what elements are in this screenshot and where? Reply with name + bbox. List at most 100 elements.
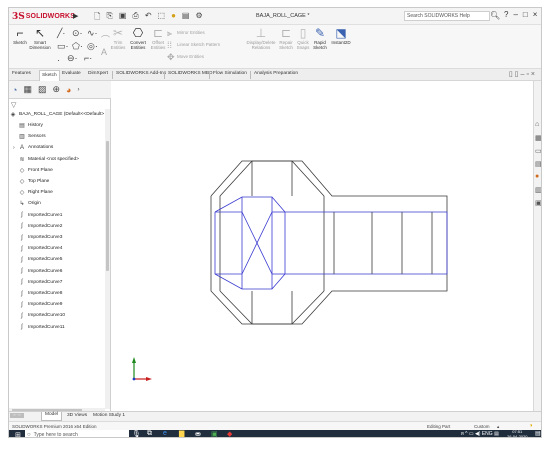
undo-icon[interactable]: ↶ [145, 11, 152, 25]
rebuild-icon[interactable]: ● [171, 11, 176, 25]
configuration-manager-tab-icon[interactable]: ▨ [38, 84, 47, 95]
file-explorer-taskbar-icon[interactable]: ▇ [179, 430, 184, 437]
help-icon[interactable]: ? [504, 10, 508, 19]
file-properties-icon[interactable]: ▤ [182, 11, 190, 25]
tab-analysis-preparation[interactable]: Analysis Preparation [254, 71, 298, 76]
tab-model[interactable]: Model [41, 412, 63, 421]
windows-start-icon[interactable]: ⊞ [15, 431, 21, 437]
linear-pattern-icon[interactable]: ⁞⁞ [167, 40, 172, 50]
custom-properties-icon[interactable]: ▥ [535, 186, 541, 194]
tree-root-part[interactable]: ◈ BAJA_ROLL_CAGE (Default<<Default> [9, 109, 105, 120]
circle-icon[interactable]: ⊙· [72, 28, 83, 39]
solidworks-resources-icon[interactable]: ⌂ [535, 121, 539, 128]
tab-solidworks-add-ins[interactable]: SOLIDWORKS Add-Ins [116, 71, 166, 76]
tab-solidworks-mbd[interactable]: SOLIDWORKS MBD [168, 71, 213, 76]
tree-item[interactable]: ∫ ImportedCurve10 [13, 310, 65, 321]
help-search-input[interactable]: Search SOLIDWORKS Help [404, 11, 490, 21]
solidworks-logo[interactable]: 3S SOLIDWORKS [12, 11, 75, 22]
ellipse-icon[interactable]: ◎· [87, 41, 98, 52]
system-tray[interactable]: ᴙ ^ ▭ ◀) ENG ▤ [461, 431, 499, 437]
units-selector[interactable]: Custom [474, 424, 490, 429]
tree-item[interactable]: ∫ ImportedCurve5 [13, 254, 62, 265]
property-manager-tab-icon[interactable]: ▦ [23, 84, 32, 95]
sketch-button[interactable]: ⌐ Sketch [12, 27, 28, 46]
feature-tree-scroll-thumb[interactable] [106, 141, 109, 271]
store-icon[interactable]: ⛂ [195, 430, 201, 437]
mirror-entities-icon[interactable]: ⫸ [167, 28, 172, 39]
tree-item[interactable]: ≋ Material <not specified> [13, 154, 78, 165]
tree-item[interactable]: ▤ History [13, 120, 43, 131]
tab-3d-views[interactable]: 3D Views [67, 413, 87, 418]
tab-dimxpert[interactable]: DimXpert [88, 71, 108, 76]
tree-item[interactable]: ∫ ImportedCurve9 [13, 299, 62, 310]
tree-item[interactable]: ∫ ImportedCurve11 [13, 322, 65, 333]
linear-sketch-pattern-label[interactable]: Linear Sketch Pattern [177, 42, 220, 47]
mirror-entities-label[interactable]: Mirror Entities [177, 30, 205, 35]
tree-item[interactable]: ◇ Front Plane [13, 165, 53, 176]
view-palette-icon[interactable]: ▤ [535, 160, 541, 168]
forum-icon[interactable]: ▣ [535, 199, 541, 207]
tab-sketch[interactable]: Sketch [39, 70, 60, 81]
restore-icon[interactable]: □ [523, 10, 528, 19]
tree-item[interactable]: ∫ ImportedCurve3 [13, 232, 62, 243]
edge-browser-icon[interactable]: e [163, 430, 167, 437]
tree-item[interactable]: ∫ ImportedCurve2 [13, 221, 62, 232]
feature-manager-tab-icon[interactable]: ◔ [12, 85, 17, 95]
file-explorer-icon[interactable]: ▭ [535, 147, 541, 155]
expand-tabs-icon[interactable]: › [77, 87, 79, 93]
display-delete-relations-button[interactable]: ⊥ Display/Delete Relations [247, 27, 276, 51]
minimize-icon[interactable]: – [513, 10, 517, 19]
tree-item[interactable]: ▥ Sensors [13, 131, 45, 142]
line-icon[interactable]: ╱· [57, 28, 65, 39]
tree-item[interactable]: ◇ Top Plane [13, 176, 50, 187]
taskbar-clock[interactable]: 07:51 26-04-2020 [507, 429, 527, 437]
tab-evaluate[interactable]: Evaluate [62, 71, 81, 76]
new-icon[interactable]: 🗋 [94, 11, 100, 25]
point-icon[interactable]: · [57, 55, 60, 65]
slot-icon[interactable]: ⊖· [67, 53, 78, 64]
tab-motion-study-1[interactable]: Motion Study 1 [93, 413, 125, 418]
quick-snaps-button[interactable]: ▯ Quick Snaps [296, 27, 310, 51]
search-icon[interactable]: 🔍︎ [490, 11, 500, 20]
appearances-icon[interactable]: ● [535, 173, 539, 180]
rectangle-icon[interactable]: ▭· [57, 41, 69, 52]
tree-item[interactable]: ∫ ImportedCurve6 [13, 266, 62, 277]
dimxpert-manager-tab-icon[interactable]: ⊕ [52, 84, 60, 95]
smart-dimension-button[interactable]: ↖ Smart Dimension [29, 27, 51, 51]
spline-icon[interactable]: ∿· [87, 28, 98, 39]
task-view-icon[interactable]: ⧉ [147, 430, 152, 437]
text-icon[interactable]: A [101, 47, 107, 57]
options-icon[interactable]: ⚙ [195, 11, 202, 25]
offset-entities-button[interactable]: ⊏ Offset Entities [149, 27, 167, 51]
close-icon[interactable]: × [533, 10, 538, 19]
menu-expand-arrow-icon[interactable]: ▶ [73, 12, 78, 20]
tree-item[interactable]: › A Annotations [13, 142, 53, 153]
filter-icon[interactable]: ▽ [11, 101, 16, 109]
taskbar-search-input[interactable]: ○ Type here to search [25, 430, 129, 437]
tree-item[interactable]: ◇ Right Plane [13, 187, 53, 198]
tree-item[interactable]: ∫ ImportedCurve1 [13, 210, 62, 221]
open-icon[interactable]: ⎘ [106, 11, 112, 25]
tab-features[interactable]: Features [12, 71, 31, 76]
rebuild-status-icon[interactable]: ◑ [529, 423, 533, 429]
tree-item[interactable]: ∫ ImportedCurve7 [13, 277, 62, 288]
polygon-icon[interactable]: ⬠· [72, 41, 83, 52]
graphics-area[interactable] [112, 81, 532, 413]
scroll-tabs-icon[interactable]: ◂▸◂▸ [10, 413, 24, 418]
design-library-icon[interactable]: ▦ [535, 134, 541, 142]
tree-item[interactable]: ∫ ImportedCurve8 [13, 288, 62, 299]
select-icon[interactable]: ⬚ [158, 11, 166, 25]
instant2d-button[interactable]: ⬔ Instant2D [330, 27, 352, 46]
display-manager-tab-icon[interactable]: ◕ [66, 85, 71, 95]
microphone-icon[interactable]: 🎙︎ [132, 430, 141, 437]
repair-sketch-button[interactable]: ⊏ Repair Sketch [277, 27, 295, 51]
tab-flow-simulation[interactable]: Flow Simulation [213, 71, 247, 76]
app-icon[interactable]: ▣ [211, 430, 218, 437]
trim-entities-button[interactable]: ✂ Trim Entities [109, 27, 127, 51]
save-icon[interactable]: ▣ [119, 11, 127, 25]
document-window-controls[interactable]: ▯▯–▫× [509, 70, 537, 78]
move-entities-icon[interactable]: ✥ [167, 52, 175, 63]
solidworks-taskbar-icon[interactable]: ◆ [227, 430, 232, 437]
centerline-icon[interactable]: ⌐· [84, 53, 92, 63]
move-entities-label[interactable]: Move Entities [177, 54, 204, 59]
